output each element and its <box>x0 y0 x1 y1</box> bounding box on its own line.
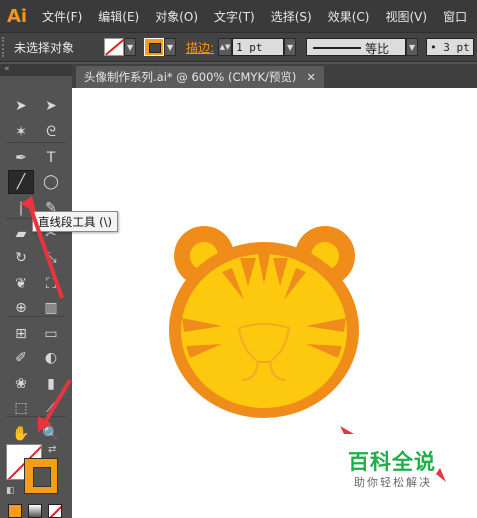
annotation-arrows <box>20 196 72 432</box>
watermark: 百科全说 助你轻松解决 <box>346 444 456 490</box>
none-mode-icon[interactable] <box>48 504 62 518</box>
watermark-subtitle: 助你轻松解决 <box>354 476 432 489</box>
watermark-title: 百科全说 <box>348 450 436 474</box>
color-mode-icon[interactable] <box>8 504 22 518</box>
gradient-mode-icon[interactable] <box>28 504 42 518</box>
swap-colors-icon[interactable]: ⇄ <box>48 444 56 455</box>
annotation-arrow-down <box>42 378 72 426</box>
default-colors-icon[interactable]: ◧ <box>6 486 15 496</box>
stroke-color-box[interactable] <box>24 458 58 494</box>
annotation-arrowhead <box>20 196 36 212</box>
annotation-arrow-up <box>28 205 64 299</box>
